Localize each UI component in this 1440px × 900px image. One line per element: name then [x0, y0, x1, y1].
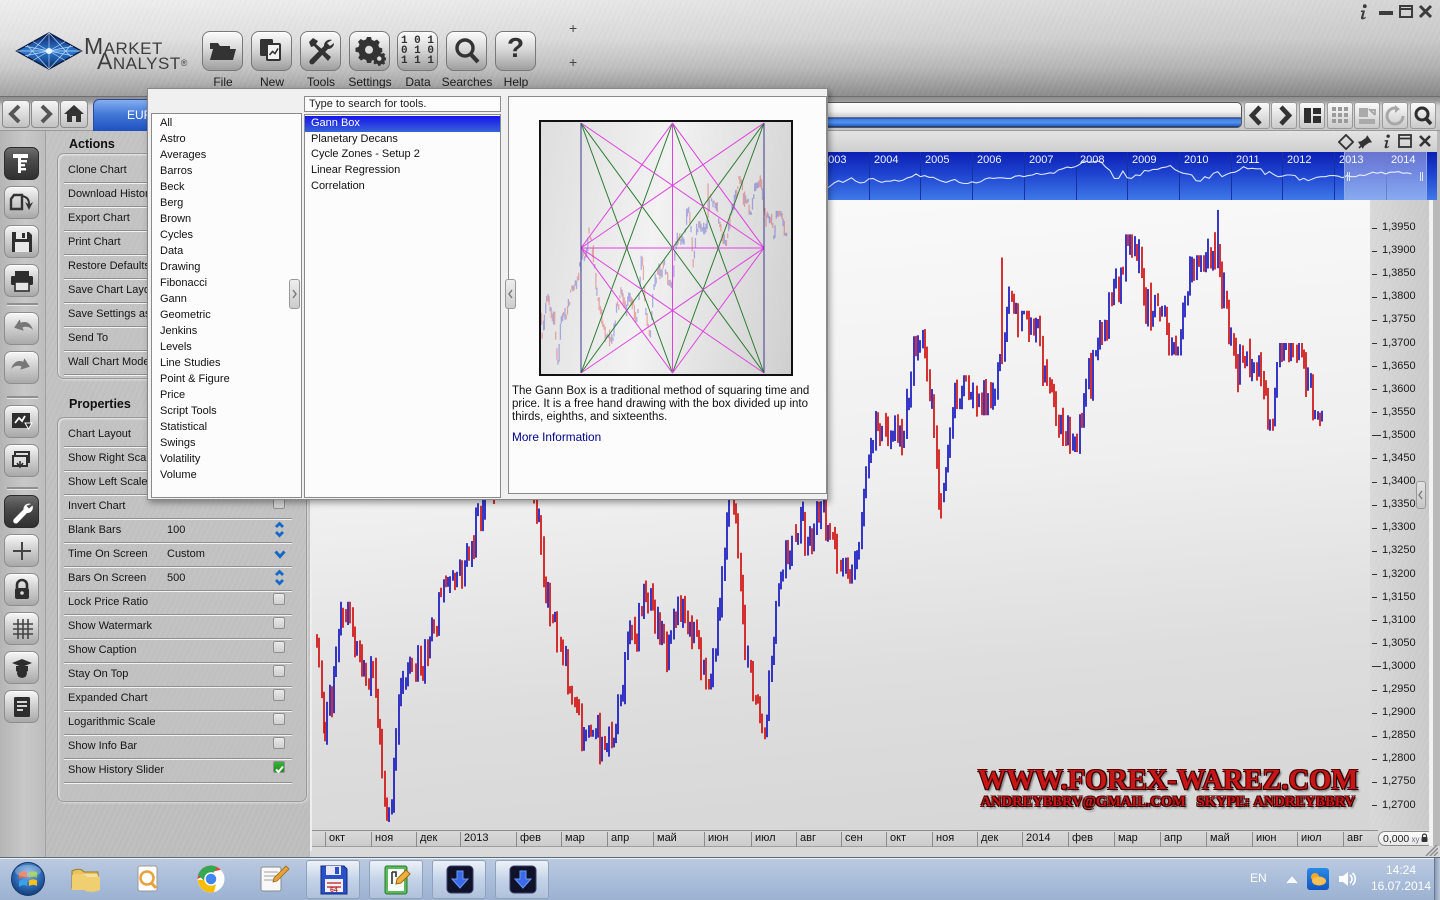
- svg-text:64: 64: [330, 887, 338, 894]
